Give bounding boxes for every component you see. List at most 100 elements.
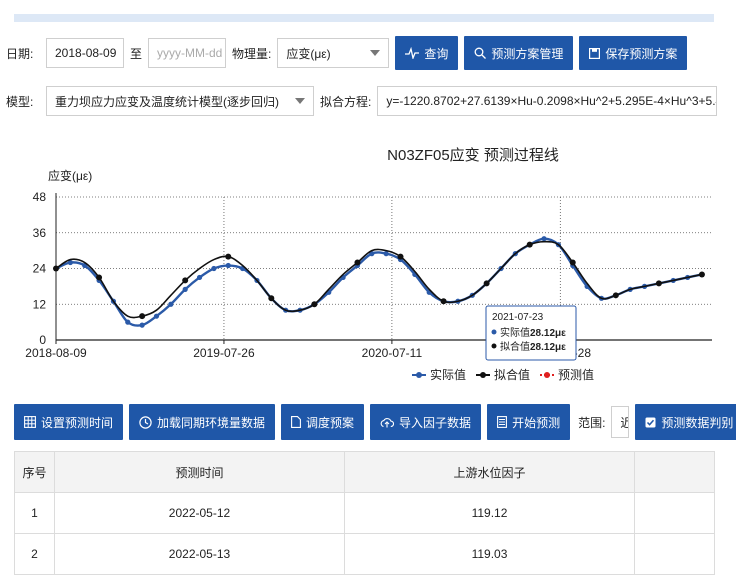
import-factor-button[interactable]: 导入因子数据 [370, 404, 482, 440]
end-date-input[interactable]: yyyy-MM-dd [148, 38, 227, 68]
chart-tooltip: 2021-07-23实际值:28.12με拟合值:28.12με [485, 305, 577, 361]
data-point [196, 274, 203, 281]
y-tick-label: 36 [33, 226, 47, 240]
cell-upstream-level: 119.03 [344, 533, 635, 575]
cell-index: 1 [14, 492, 55, 534]
y-tick-label: 48 [33, 190, 47, 204]
legend-marker [480, 372, 486, 378]
tooltip-date: 2021-07-23 [492, 312, 544, 323]
tooltip-label: 实际值: [500, 326, 533, 339]
chart-legend: 实际值 拟合值 预测值 [412, 367, 594, 382]
load-env-data-label: 加载同期环境量数据 [157, 415, 266, 430]
range-select[interactable]: 近一月 [611, 406, 630, 438]
tooltip-value: 28.12με [530, 342, 566, 353]
cell-index: 2 [14, 533, 55, 575]
cell-upstream-level: 119.12 [344, 492, 635, 534]
model-label: 模型: [6, 94, 34, 109]
cell-predict-time: 2022-05-13 [54, 533, 345, 575]
col-header-upstream-level: 上游水位因子 [344, 451, 635, 493]
start-date-input[interactable]: 2018-08-09 [46, 38, 124, 68]
set-predict-time-button[interactable]: 设置预测时间 [14, 404, 124, 440]
manage-scheme-button[interactable]: 预测方案管理 [464, 36, 574, 70]
data-point [569, 259, 576, 266]
data-point [53, 265, 59, 272]
data-point [211, 265, 217, 272]
prediction-chart: 应变(με) 0 12 24 36 48 2018-08-09 2019-07-26 202… [25, 168, 712, 382]
range-label: 范围: [578, 415, 606, 430]
grid-icon [24, 416, 36, 428]
col-header-extra [634, 451, 715, 493]
data-point [182, 277, 189, 284]
col-header-predict-time: 预测时间 [54, 451, 345, 493]
data-point [225, 262, 231, 269]
x-tick-label: 2018-08-09 [25, 346, 87, 360]
col-header-index: 序号 [14, 451, 55, 493]
action-toolbar: 设置预测时间 加载同期环境量数据 调度预案 导入因子数据 开始预测 范围: 近一… [14, 402, 736, 442]
start-predict-button[interactable]: 开始预测 [487, 404, 571, 440]
model-value: 重力坝应力应变及温度统计模型(逐步回归) [55, 94, 279, 109]
data-point [397, 253, 404, 260]
date-label: 日期: [6, 46, 34, 61]
tooltip-value: 28.12με [530, 328, 566, 339]
query-button[interactable]: 查询 [395, 36, 459, 70]
table-row[interactable]: 2 2022-05-13 119.03 [14, 533, 715, 575]
y-axis-ticks: 0 12 24 36 48 [33, 190, 47, 347]
chevron-down-icon [370, 50, 381, 56]
legend-marker [416, 372, 422, 378]
adjust-plan-button[interactable]: 调度预案 [281, 404, 365, 440]
y-tick-label: 0 [39, 333, 46, 347]
data-point [268, 295, 275, 302]
table-row[interactable]: 1 2022-05-12 119.12 [14, 492, 715, 534]
data-point [139, 322, 145, 328]
tooltip-marker [491, 329, 497, 335]
tooltip-label: 拟合值: [500, 340, 533, 353]
load-env-data-button[interactable]: 加载同期环境量数据 [129, 404, 276, 440]
data-point [483, 280, 490, 287]
data-point [168, 301, 174, 307]
prediction-table: 序号 预测时间 上游水位因子 1 2022-05-12 119.12 2 202… [14, 451, 715, 575]
data-point [139, 313, 146, 320]
x-tick-label: 2020-07-11 [362, 346, 423, 360]
quantity-select[interactable]: 应变(με) [277, 38, 390, 68]
to-label: 至 [130, 46, 143, 61]
y-axis-label: 应变(με) [48, 168, 92, 183]
chart-series [53, 236, 705, 328]
model-select[interactable]: 重力坝应力应变及温度统计模型(逐步回归) [46, 86, 314, 116]
x-tick-label: 2019-07-26 [193, 346, 255, 360]
set-predict-time-label: 设置预测时间 [41, 415, 114, 430]
quantity-label: 物理量: [232, 46, 272, 61]
search-icon [474, 47, 487, 59]
data-point [541, 236, 547, 242]
calculator-icon [497, 416, 508, 428]
cell-extra [634, 492, 715, 534]
top-strip [14, 14, 714, 22]
legend-marker [544, 372, 550, 378]
equation-label: 拟合方程: [320, 94, 372, 109]
legend-label: 实际值 [430, 367, 466, 382]
y-tick-label: 24 [33, 262, 47, 276]
manage-scheme-label: 预测方案管理 [491, 46, 564, 61]
save-scheme-label: 保存预测方案 [605, 46, 678, 61]
data-point [440, 298, 447, 305]
legend-label: 拟合值 [494, 367, 530, 382]
document-icon [291, 416, 301, 428]
clock-icon [139, 415, 152, 429]
checkbox-icon [645, 417, 656, 427]
data-point [311, 301, 318, 308]
data-point [153, 313, 160, 319]
chart-grid [55, 193, 712, 344]
cloud-upload-icon [380, 417, 395, 427]
legend-label: 预测值 [558, 367, 594, 382]
range-value: 近一月 [620, 414, 628, 431]
model-row: 模型: 重力坝应力应变及温度统计模型(逐步回归) 拟合方程: y=-1220.8… [0, 86, 718, 116]
quantity-value: 应变(με) [286, 46, 331, 61]
data-point [526, 241, 533, 248]
y-tick-label: 12 [33, 297, 47, 311]
equation-field[interactable]: y=-1220.8702+27.6139×Hu-0.2098×Hu^2+5.29… [377, 86, 718, 116]
save-scheme-button[interactable]: 保存预测方案 [579, 36, 688, 70]
predict-data-judge-label: 预测数据判别 [661, 415, 734, 430]
table-header-row: 序号 预测时间 上游水位因子 [14, 451, 715, 493]
predict-data-judge-button[interactable]: 预测数据判别 [635, 404, 736, 440]
import-factor-label: 导入因子数据 [399, 415, 472, 430]
chevron-down-icon [295, 98, 305, 104]
